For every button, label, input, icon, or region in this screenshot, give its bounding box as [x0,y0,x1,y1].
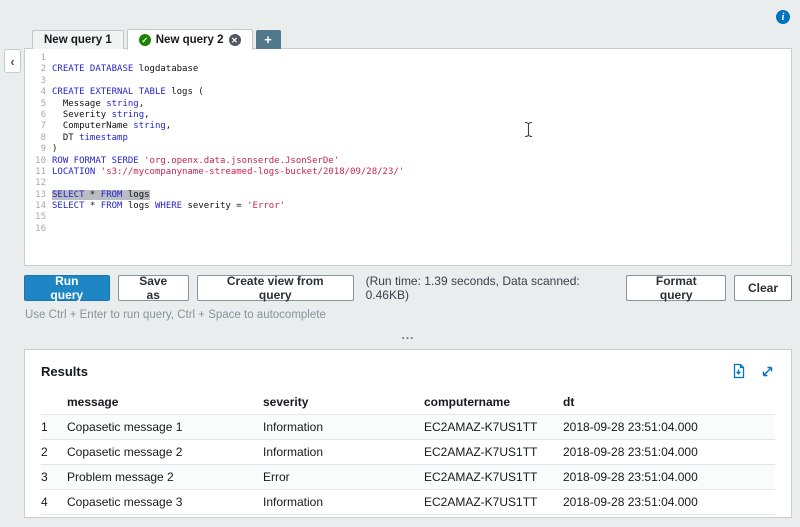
table-row: 4Copasetic message 3InformationEC2AMAZ-K… [41,490,775,515]
table-cell: EC2AMAZ-K7US1TT [424,490,563,514]
line-number: 12 [25,178,46,189]
line-number: 14 [25,201,46,212]
query-success-check-icon: ✓ [139,34,151,46]
sql-editor: 12345678910111213141516 CREATE DATABASE … [24,48,792,266]
row-number-header [41,390,67,414]
table-row: 3Problem message 2ErrorEC2AMAZ-K7US1TT20… [41,465,775,490]
line-number: 16 [25,224,46,235]
query-tab-bar: New query 1 ✓ New query 2 ✕ + [32,29,281,49]
athena-query-console: { "colors": { "accent": "#0073bb", "prim… [0,0,800,527]
table-cell: Copasetic message 2 [67,440,263,464]
table-cell: Copasetic message 3 [67,490,263,514]
line-number: 8 [25,133,46,144]
column-header: dt [563,390,775,414]
table-cell: Copasetic message 1 [67,415,263,439]
new-tab-button[interactable]: + [256,30,281,49]
row-number: 3 [41,465,67,489]
results-title: Results [41,364,88,379]
line-number: 2 [25,64,46,75]
clear-button[interactable]: Clear [734,275,792,301]
code-line[interactable] [52,76,791,87]
results-header: Results [41,363,775,379]
panel-resize-handle[interactable]: ... [24,328,792,342]
results-header-row: messageseveritycomputernamedt [41,390,775,415]
info-icon[interactable]: i [776,10,790,24]
table-cell: 2018-09-28 23:51:04.000 [563,465,775,489]
table-cell: EC2AMAZ-K7US1TT [424,415,563,439]
line-number: 13 [25,190,46,201]
table-cell: Information [263,490,424,514]
code-line[interactable]: CREATE EXTERNAL TABLE logs ( [52,87,791,98]
table-cell: 2018-09-28 23:51:04.000 [563,440,775,464]
code-line[interactable] [52,212,791,223]
table-cell: EC2AMAZ-K7US1TT [424,465,563,489]
table-cell: Information [263,440,424,464]
row-number: 1 [41,415,67,439]
line-number: 6 [25,110,46,121]
code-line[interactable]: ) [52,144,791,155]
run-stats-text: (Run time: 1.39 seconds, Data scanned: 0… [366,274,619,302]
table-cell: Problem message 2 [67,465,263,489]
line-number: 3 [25,76,46,87]
code-line[interactable]: Message string, [52,99,791,110]
download-results-icon[interactable] [731,363,746,379]
table-cell: 2018-09-28 23:51:04.000 [563,415,775,439]
tab-label: New query 2 [156,34,224,46]
close-tab-icon[interactable]: ✕ [229,34,241,46]
create-view-button[interactable]: Create view from query [197,275,354,301]
row-number: 2 [41,440,67,464]
line-number: 5 [25,99,46,110]
run-query-button[interactable]: Run query [24,275,110,301]
save-as-button[interactable]: Save as [118,275,189,301]
expand-results-icon[interactable] [760,364,775,379]
tab-new-query-1[interactable]: New query 1 [32,30,124,49]
line-number: 4 [25,87,46,98]
line-number: 9 [25,144,46,155]
results-panel: Results messageseveritycomputernamedt1Co… [24,349,792,518]
table-cell: 2018-09-28 23:51:04.000 [563,490,775,514]
collapse-panel-button[interactable]: ‹ [4,49,21,73]
column-header: computername [424,390,563,414]
line-number: 15 [25,212,46,223]
code-line[interactable] [52,224,791,235]
format-query-button[interactable]: Format query [626,275,726,301]
code-line[interactable]: DT timestamp [52,133,791,144]
code-area[interactable]: CREATE DATABASE logdatabase CREATE EXTERN… [52,49,791,265]
secondary-actions: Format query Clear [626,275,792,301]
code-line[interactable]: SELECT * FROM logs [52,190,791,201]
results-header-icons [731,363,775,379]
keyboard-hint-text: Use Ctrl + Enter to run query, Ctrl + Sp… [25,309,326,321]
code-line[interactable]: ComputerName string, [52,121,791,132]
line-number: 11 [25,167,46,178]
text-cursor-icon [523,121,534,143]
code-line[interactable]: CREATE DATABASE logdatabase [52,64,791,75]
table-cell: EC2AMAZ-K7US1TT [424,440,563,464]
column-header: message [67,390,263,414]
line-number: 7 [25,121,46,132]
row-number: 4 [41,490,67,514]
code-line[interactable] [52,178,791,189]
results-table: messageseveritycomputernamedt1Copasetic … [41,390,775,515]
code-line[interactable]: Severity string, [52,110,791,121]
table-cell: Information [263,415,424,439]
line-number: 10 [25,156,46,167]
query-actions-toolbar: Run query Save as Create view from query… [24,274,792,302]
code-line[interactable]: SELECT * FROM logs WHERE severity = 'Err… [52,201,791,212]
code-line[interactable]: LOCATION 's3://mycompanyname-streamed-lo… [52,167,791,178]
line-number-gutter: 12345678910111213141516 [25,49,52,265]
line-number: 1 [25,53,46,64]
code-line[interactable]: ROW FORMAT SERDE 'org.openx.data.jsonser… [52,156,791,167]
tab-new-query-2[interactable]: ✓ New query 2 ✕ [127,29,253,50]
tab-label: New query 1 [44,34,112,46]
table-row: 2Copasetic message 2InformationEC2AMAZ-K… [41,440,775,465]
code-line[interactable] [52,53,791,64]
column-header: severity [263,390,424,414]
table-row: 1Copasetic message 1InformationEC2AMAZ-K… [41,415,775,440]
table-cell: Error [263,465,424,489]
